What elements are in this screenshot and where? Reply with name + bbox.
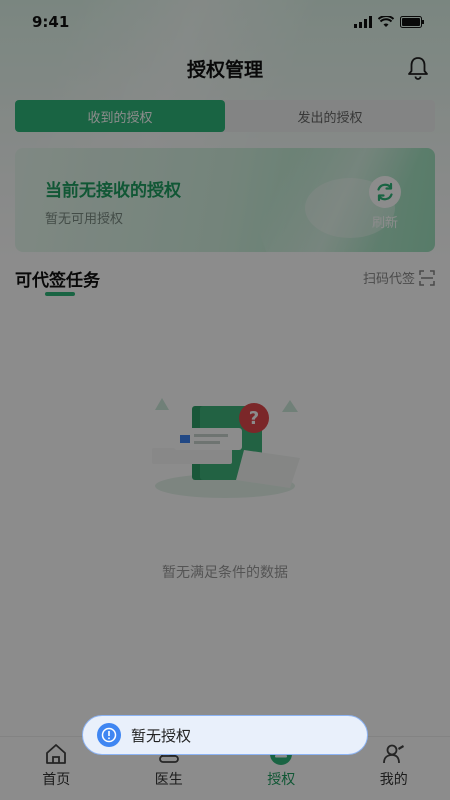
modal-overlay	[0, 0, 450, 800]
info-icon	[97, 723, 121, 747]
toast-text: 暂无授权	[131, 726, 192, 745]
toast-message: 暂无授权	[82, 715, 368, 755]
